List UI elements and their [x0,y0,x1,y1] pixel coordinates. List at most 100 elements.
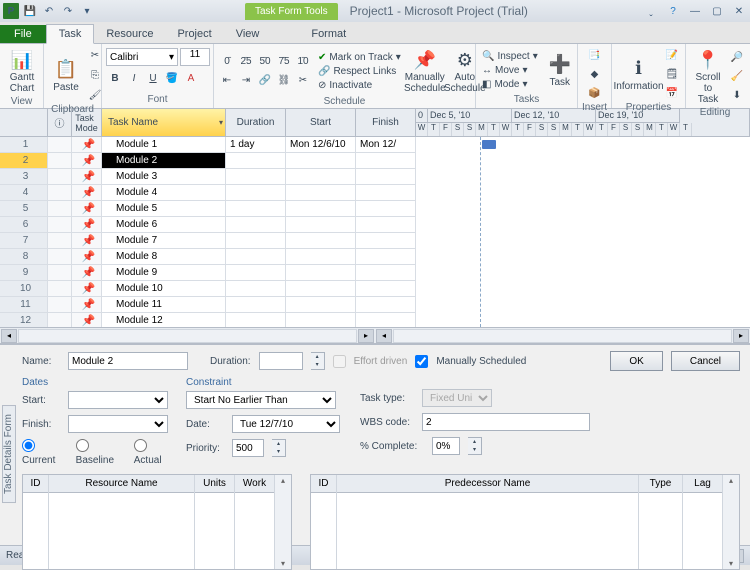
insert-summary-icon[interactable]: 📑 [586,46,604,64]
split-button[interactable]: ✂ [294,72,312,90]
table-row[interactable]: 4 📌Module 4 [0,185,416,201]
close-icon[interactable]: ✕ [731,4,747,18]
task-button[interactable]: ➕Task [542,51,578,90]
taskname-cell[interactable]: Module 4 [102,185,226,200]
bold-button[interactable]: B [106,69,124,87]
finish-cell[interactable] [356,249,416,264]
mode-cell[interactable]: 📌 [72,249,102,264]
info-cell[interactable] [48,249,72,264]
finish-cell[interactable] [356,153,416,168]
start-col[interactable]: Start [286,109,356,136]
table-row[interactable]: 12📌Module 12 [0,313,416,327]
taskname-cell[interactable]: Module 9 [102,265,226,280]
task-mode-col[interactable]: Task Mode [72,109,102,136]
task-name-col[interactable]: Task Name▾ [102,109,226,136]
priority-spinner[interactable]: ▴▾ [272,439,286,457]
outdent-button[interactable]: ⇤ [218,72,236,90]
row-number[interactable]: 3 [0,169,48,184]
manually-scheduled-checkbox[interactable] [415,355,428,368]
pct-0-button[interactable]: 0̄ [218,53,236,71]
taskname-cell[interactable]: Module 6 [102,217,226,232]
table-row[interactable]: 8📌Module 8 [0,249,416,265]
current-radio[interactable] [22,439,35,452]
mark-on-track-button[interactable]: ✔Mark on Track ▾ [316,51,403,64]
start-cell[interactable] [286,201,356,216]
qat-dropdown-icon[interactable]: ▾ [79,3,95,19]
mode-cell[interactable]: 📌 [72,265,102,280]
taskname-cell[interactable]: Module 2 [102,153,226,168]
info-cell[interactable] [48,201,72,216]
notes-icon[interactable]: 📝 [663,46,681,64]
table-row[interactable]: 11📌Module 11 [0,297,416,313]
pred-grid-scrollbar[interactable]: ▴▾ [723,475,739,569]
row-number[interactable]: 6 [0,217,48,232]
mode-cell[interactable]: 📌 [72,281,102,296]
save-icon[interactable]: 💾 [22,3,38,19]
duration-cell[interactable] [226,249,286,264]
info-cell[interactable] [48,297,72,312]
row-number[interactable]: 5 [0,201,48,216]
info-cell[interactable] [48,169,72,184]
row-number[interactable]: 7 [0,233,48,248]
duration-cell[interactable] [226,297,286,312]
paste-button[interactable]: 📋Paste [48,56,84,95]
pct-100-button[interactable]: 1̄0 [294,53,312,71]
table-row[interactable]: 2 📌Module 2 [0,153,416,169]
pred-type-col[interactable]: Type [639,475,682,493]
finish-select[interactable] [68,415,168,433]
start-cell[interactable] [286,265,356,280]
filter-dropdown-icon[interactable]: ▾ [219,118,223,127]
mode-cell[interactable]: 📌 [72,217,102,232]
name-input[interactable] [68,352,188,370]
finish-cell[interactable] [356,185,416,200]
duration-cell[interactable] [226,217,286,232]
tab-task[interactable]: Task [46,24,95,44]
table-row[interactable]: 7📌Module 7 [0,233,416,249]
tab-project[interactable]: Project [165,25,223,43]
resource-grid[interactable]: ID Resource Name Units Work ▴▾ [22,474,292,570]
row-number[interactable]: 4 [0,185,48,200]
taskname-cell[interactable]: Module 7 [102,233,226,248]
move-button[interactable]: ↔Move ▾ [480,64,540,77]
start-cell[interactable] [286,313,356,327]
start-cell[interactable] [286,217,356,232]
mode-cell[interactable]: 📌 [72,185,102,200]
font-name-combo[interactable]: Calibri▾ [106,48,178,66]
info-cell[interactable] [48,265,72,280]
grid-scroll-track[interactable] [18,329,357,343]
insert-milestone-icon[interactable]: ◆ [586,65,604,83]
row-header-col[interactable] [0,109,48,136]
table-row[interactable]: 9📌Module 9 [0,265,416,281]
row-number[interactable]: 2 [0,153,48,168]
taskname-cell[interactable]: Module 12 [102,313,226,327]
duration-input[interactable] [259,352,303,370]
info-col[interactable]: ⓘ [48,109,72,136]
duration-col[interactable]: Duration [226,109,286,136]
constraint-type-select[interactable]: Start No Earlier Than [186,391,336,409]
mode-cell[interactable]: 📌 [72,201,102,216]
timeline-icon[interactable]: 📅 [663,84,681,102]
tab-file[interactable]: File [0,25,46,43]
row-number[interactable]: 11 [0,297,48,312]
duration-cell[interactable]: 1 day [226,137,286,152]
mode-cell[interactable]: 📌 [72,153,102,168]
pred-id-col[interactable]: ID [311,475,336,493]
mode-button[interactable]: ◧Mode ▾ [480,78,540,91]
pred-name-col[interactable]: Predecessor Name [337,475,638,493]
start-cell[interactable] [286,281,356,296]
inactivate-button[interactable]: ⊘Inactivate [316,79,403,92]
gantt-timeline[interactable] [416,137,750,327]
duration-cell[interactable] [226,233,286,248]
taskname-cell[interactable]: Module 5 [102,201,226,216]
duration-cell[interactable] [226,169,286,184]
start-select[interactable] [68,391,168,409]
app-icon[interactable]: P [3,3,19,19]
duration-cell[interactable] [226,185,286,200]
duration-cell[interactable] [226,313,286,327]
row-number[interactable]: 1 [0,137,48,152]
tl-scroll-right-button[interactable]: ▸ [733,329,749,343]
cancel-button[interactable]: Cancel [671,351,740,371]
redo-icon[interactable]: ↷ [60,3,76,19]
start-cell[interactable] [286,153,356,168]
ok-button[interactable]: OK [610,351,662,371]
